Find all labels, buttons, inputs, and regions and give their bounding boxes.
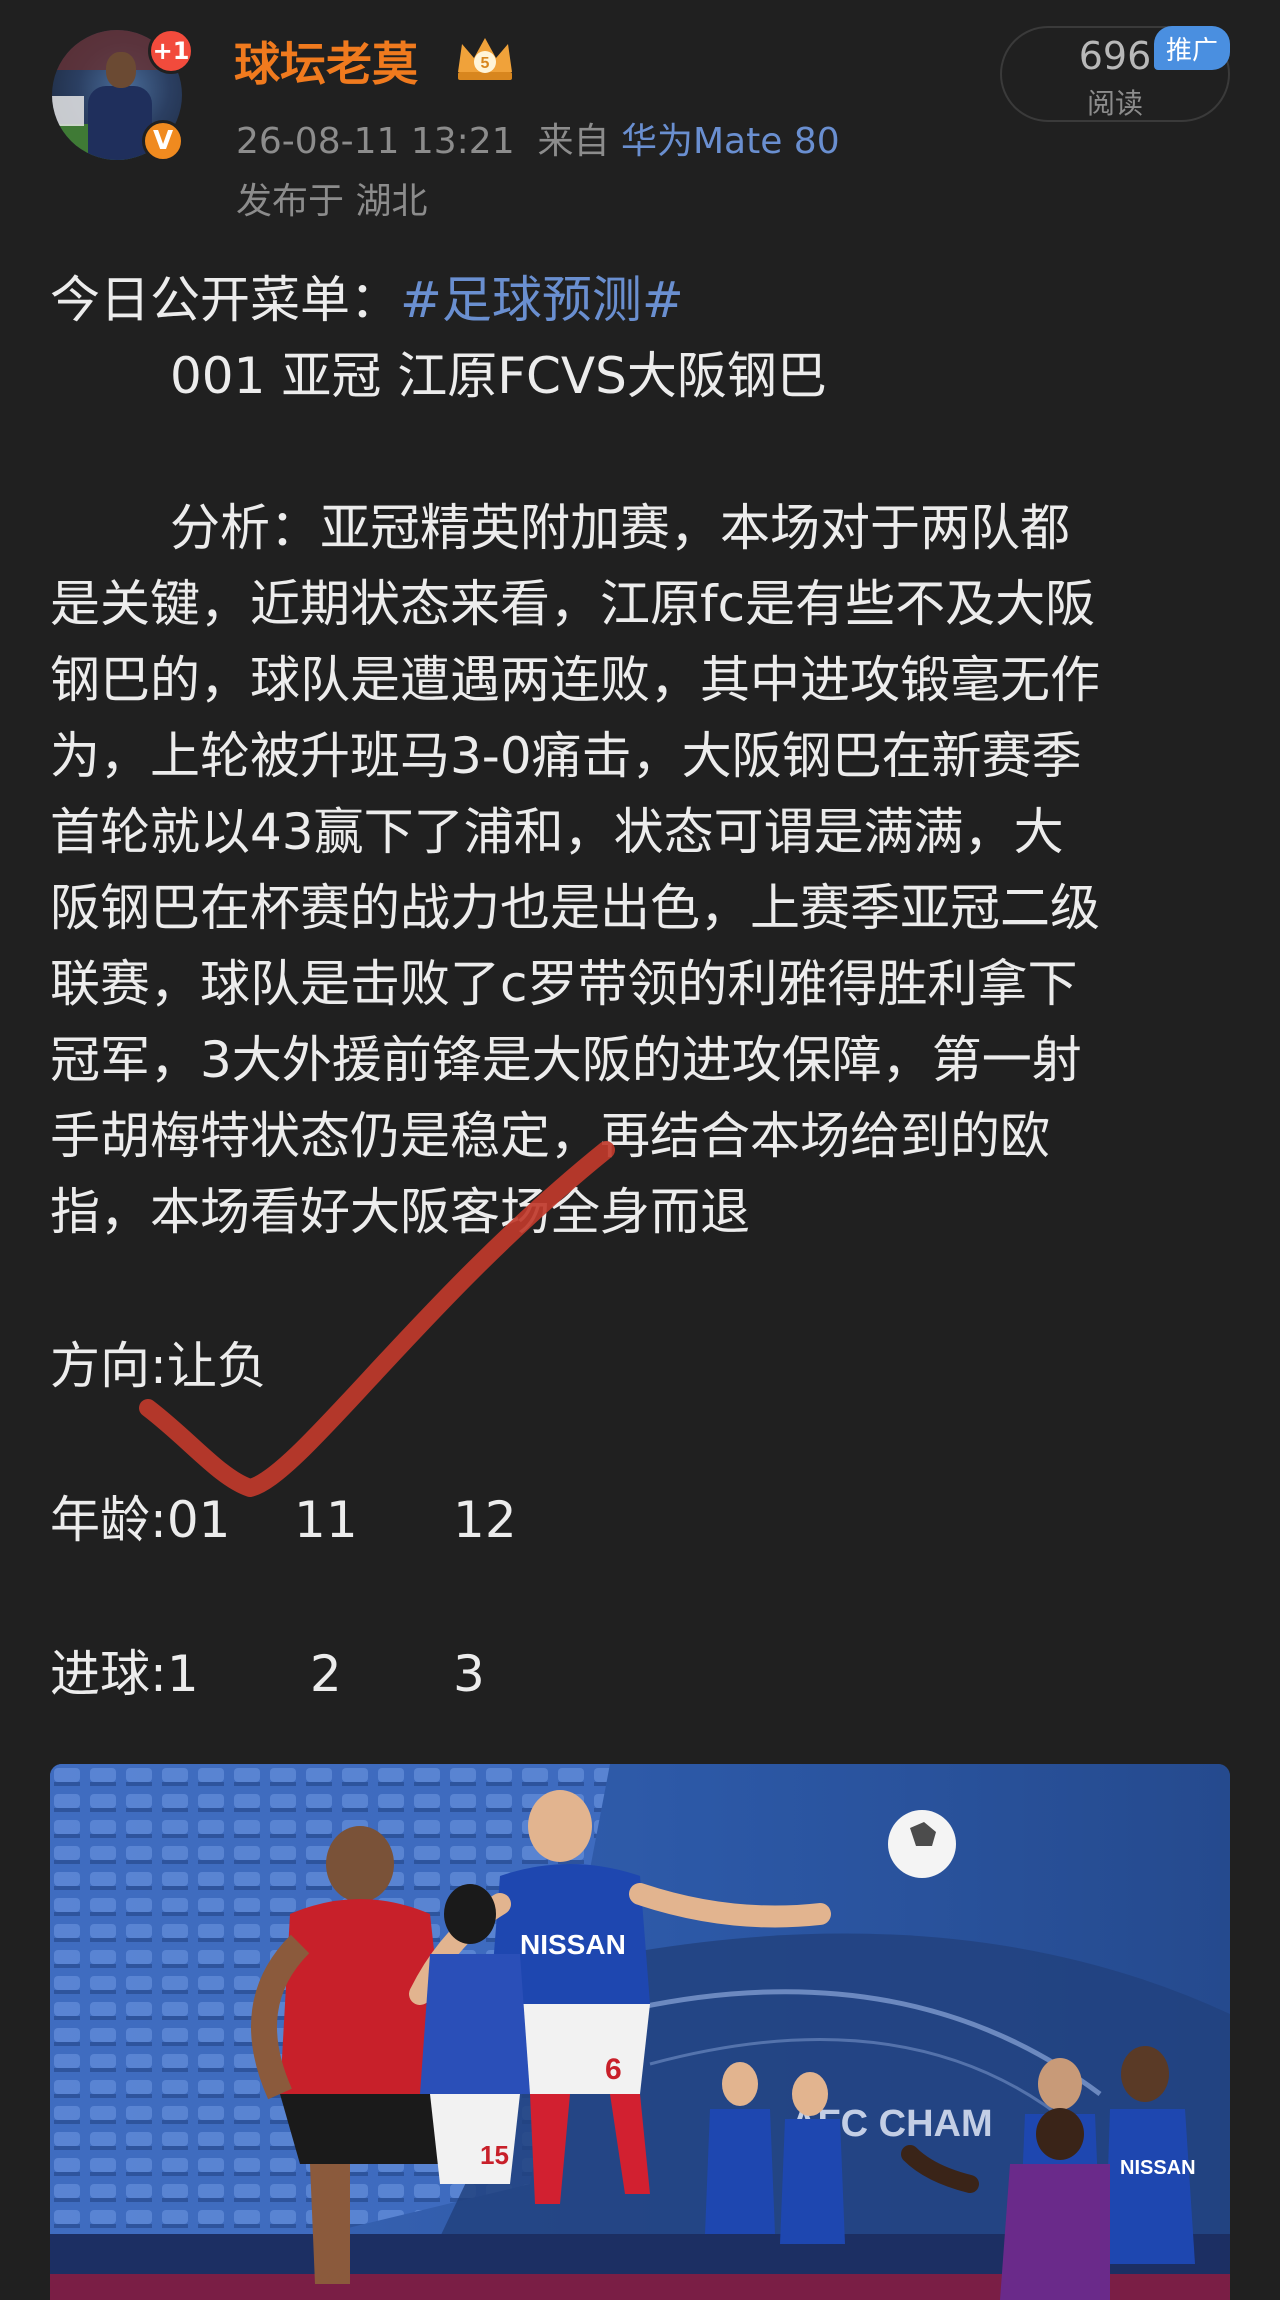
analysis-line: 指，本场看好大阪客场全身而退 (50, 1183, 750, 1241)
analysis-line: 钢巴的，球队是遭遇两连败，其中进攻锻毫无作 (50, 651, 1100, 709)
shorts-number: 15 (480, 2140, 509, 2170)
match-line: 001 亚冠 江原FCVS大阪钢巴 (170, 347, 827, 405)
promo-tag[interactable]: 推广 (1154, 26, 1230, 70)
age-line: 年龄:01 11 12 (50, 1491, 517, 1549)
hashtag-link[interactable]: #足球预测# (400, 271, 684, 329)
level-crown-icon: 5 (458, 38, 512, 80)
level-number: 5 (481, 55, 490, 72)
post-timestamp: 26-08-11 13:21 (236, 121, 515, 162)
jersey-sponsor: NISSAN (1120, 2157, 1196, 2179)
verified-badge: V (142, 120, 184, 162)
avatar-player-head (106, 52, 136, 88)
goals-line: 进球:1 2 3 (50, 1645, 485, 1703)
reads-label: 阅读 (1086, 87, 1143, 120)
match-photo-scene: AFC CHAM NISSAN 6 15 NISSAN (50, 1764, 1230, 2300)
device-link[interactable]: 华为Mate 80 (621, 121, 840, 162)
post-location: 发布于 湖北 (236, 181, 428, 222)
intro-line: 今日公开菜单：#足球预测# (50, 262, 1240, 338)
direction-line: 方向:让负 (50, 1337, 267, 1395)
jersey-sponsor: NISSAN (520, 1929, 626, 1960)
avatar-board (52, 96, 84, 126)
match-photo[interactable]: AFC CHAM NISSAN 6 15 NISSAN (50, 1764, 1230, 2300)
username[interactable]: 球坛老莫 (234, 28, 418, 94)
from-label: 来自 (537, 121, 610, 162)
analysis-line: 手胡梅特状态仍是稳定，再结合本场给到的欧 (50, 1107, 1050, 1165)
shorts-number: 6 (605, 2053, 622, 2086)
analysis-line: 是关键，近期状态来看，江原fc是有些不及大阪 (50, 575, 1096, 633)
post-meta: 26-08-11 13:21 来自 华为Mate 80 (236, 112, 840, 164)
analysis-line: 阪钢巴在杯赛的战力也是出色，上赛季亚冠二级 (50, 879, 1100, 937)
intro-prefix: 今日公开菜单： (50, 271, 400, 329)
analysis-line: 联赛，球队是击败了c罗带领的利雅得胜利拿下 (50, 955, 1078, 1013)
analysis-line: 首轮就以43赢下了浦和，状态可谓是满满，大 (50, 803, 1064, 861)
analysis-line: 冠军，3大外援前锋是大阪的进攻保障，第一射 (50, 1031, 1082, 1089)
notification-badge[interactable]: +1 (148, 28, 194, 74)
analysis-line: 为，上轮被升班马3-0痛击，大阪钢巴在新赛季 (50, 727, 1082, 785)
avatar-player-body (88, 86, 152, 160)
analysis-line: 分析：亚冠精英附加赛，本场对于两队都 (170, 499, 1070, 557)
post-body: 今日公开菜单：#足球预测# 001 亚冠 江原FCVS大阪钢巴 分析：亚冠精英附… (50, 262, 1240, 1712)
